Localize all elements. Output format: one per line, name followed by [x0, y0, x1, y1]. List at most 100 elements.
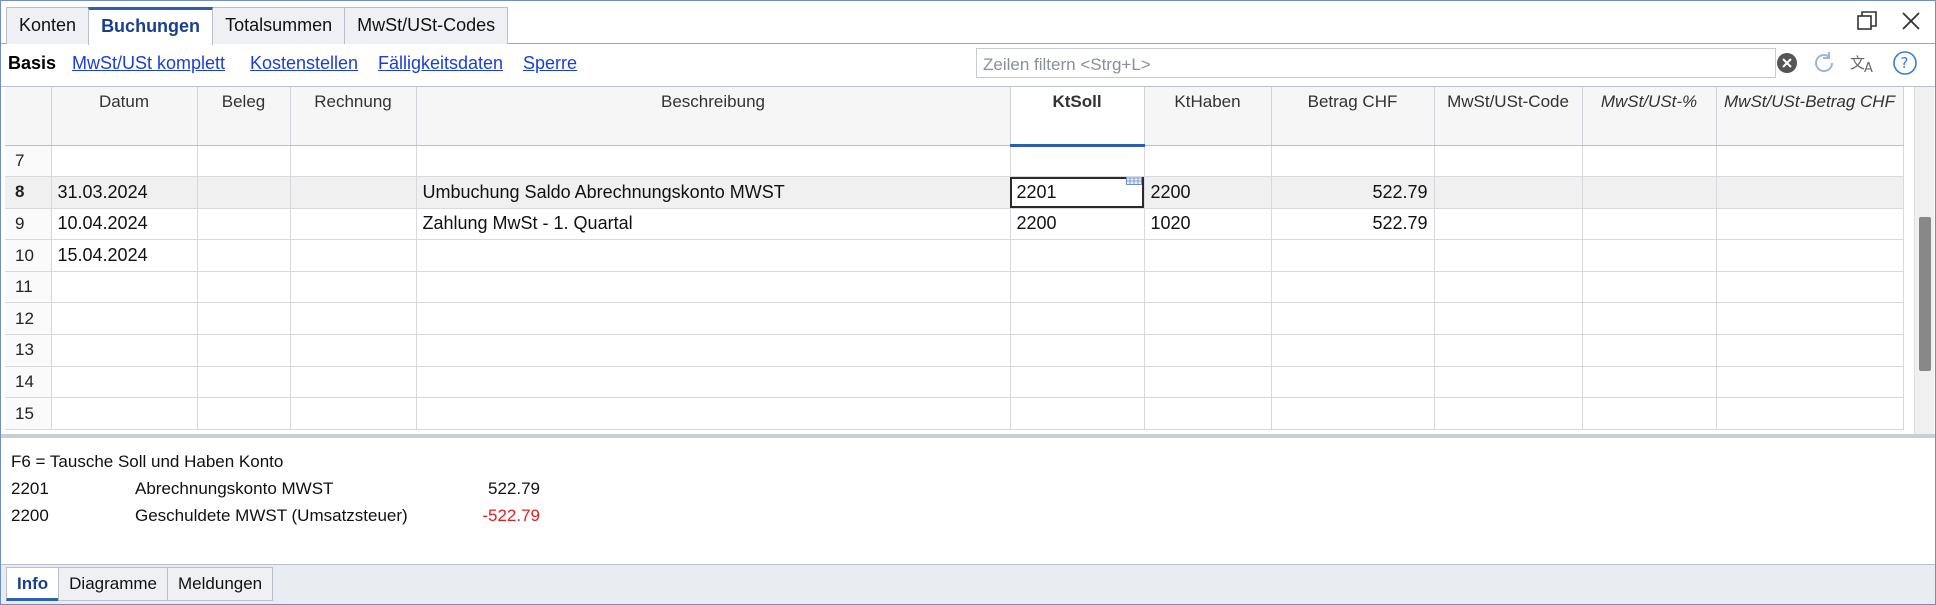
- cell-mwst-code[interactable]: [1434, 397, 1583, 430]
- view-basis[interactable]: Basis: [8, 53, 56, 74]
- cell-kthaben[interactable]: [1144, 145, 1272, 178]
- scroll-thumb[interactable]: [1919, 217, 1931, 371]
- tab-buchungen[interactable]: Buchungen: [88, 7, 214, 45]
- col-mwst-code[interactable]: MwSt/USt-Code: [1434, 87, 1583, 146]
- tab-diagramme[interactable]: Diagramme: [58, 567, 169, 601]
- cell-beschreibung[interactable]: [416, 239, 1011, 272]
- cell-mwst-betrag[interactable]: [1716, 334, 1904, 367]
- cell-beleg[interactable]: [197, 334, 291, 367]
- tab-konten[interactable]: Konten: [6, 7, 90, 44]
- cell-betrag[interactable]: [1271, 145, 1435, 178]
- cell-ktsoll[interactable]: [1010, 334, 1145, 367]
- col-kthaben[interactable]: KtHaben: [1144, 87, 1272, 146]
- cell-rechnung[interactable]: [290, 208, 417, 241]
- view-faelligkeitsdaten[interactable]: Fälligkeitsdaten: [378, 53, 503, 74]
- cell-mwst-betrag[interactable]: [1716, 271, 1904, 304]
- cell-kthaben[interactable]: [1144, 271, 1272, 304]
- cell-mwst-code[interactable]: [1434, 239, 1583, 272]
- tab-mwst-codes[interactable]: MwSt/USt-Codes: [344, 7, 509, 44]
- view-sperre[interactable]: Sperre: [523, 53, 577, 74]
- close-icon[interactable]: [1900, 10, 1922, 32]
- col-beschreibung[interactable]: Beschreibung: [416, 87, 1011, 146]
- cell-rechnung[interactable]: [290, 366, 417, 399]
- cell-mwst-code[interactable]: [1434, 334, 1583, 367]
- cell-mwst-code[interactable]: [1434, 271, 1583, 304]
- cell-mwst-betrag[interactable]: [1716, 397, 1904, 430]
- table-row[interactable]: 8 31.03.2024 Umbuchung Saldo Abrechnungsko…: [5, 176, 1904, 209]
- cell-betrag[interactable]: [1271, 302, 1435, 336]
- cell-kthaben[interactable]: [1144, 239, 1272, 272]
- col-beleg[interactable]: Beleg: [197, 87, 291, 146]
- cell-rechnung[interactable]: [290, 176, 417, 209]
- cell-beschreibung[interactable]: Zahlung MwSt - 1. Quartal: [416, 208, 1011, 241]
- cell-kthaben[interactable]: [1144, 397, 1272, 430]
- cell-ktsoll[interactable]: [1010, 271, 1145, 304]
- cell-betrag[interactable]: [1271, 334, 1435, 367]
- table-row[interactable]: 14: [5, 366, 1904, 399]
- cell-rechnung[interactable]: [290, 145, 417, 178]
- help-icon[interactable]: ?: [1892, 50, 1918, 81]
- cell-rechnung[interactable]: [290, 239, 417, 272]
- col-mwst-betrag[interactable]: MwSt/USt-Betrag CHF: [1716, 87, 1904, 146]
- cell-betrag[interactable]: [1271, 271, 1435, 304]
- cell-betrag[interactable]: [1271, 366, 1435, 399]
- table-row[interactable]: 9 10.04.2024 Zahlung MwSt - 1. Quartal 2200…: [5, 208, 1904, 241]
- cell-datum[interactable]: [51, 366, 198, 399]
- cell-beschreibung[interactable]: [416, 366, 1011, 399]
- cell-kthaben[interactable]: 2200: [1144, 176, 1272, 209]
- cell-beschreibung[interactable]: [416, 334, 1011, 367]
- cell-beschreibung[interactable]: [416, 271, 1011, 304]
- cell-mwst-code[interactable]: [1434, 145, 1583, 178]
- cell-beleg[interactable]: [197, 366, 291, 399]
- table-row[interactable]: 7: [5, 145, 1904, 178]
- cell-rechnung[interactable]: [290, 397, 417, 430]
- cell-ktsoll-editing[interactable]: 2201: [1010, 176, 1145, 209]
- table-row[interactable]: 15: [5, 397, 1904, 430]
- cell-mwst-betrag[interactable]: [1716, 208, 1904, 241]
- row-filter-input[interactable]: Zeilen filtern <Strg+L>: [976, 48, 1776, 78]
- cell-ktsoll[interactable]: [1010, 302, 1145, 336]
- cell-beleg[interactable]: [197, 176, 291, 209]
- cell-mwst-betrag[interactable]: [1716, 366, 1904, 399]
- cell-beleg[interactable]: [197, 208, 291, 241]
- cell-mwst-prozent[interactable]: [1582, 271, 1717, 304]
- view-kostenstellen[interactable]: Kostenstellen: [250, 53, 358, 74]
- cell-datum[interactable]: [51, 334, 198, 367]
- cell-mwst-prozent[interactable]: [1582, 208, 1717, 241]
- cell-mwst-code[interactable]: [1434, 208, 1583, 241]
- cell-mwst-betrag[interactable]: [1716, 302, 1904, 336]
- cell-mwst-betrag[interactable]: [1716, 239, 1904, 272]
- cell-mwst-code[interactable]: [1434, 302, 1583, 336]
- cell-kthaben[interactable]: [1144, 366, 1272, 399]
- cell-datum[interactable]: [51, 145, 198, 178]
- cell-ktsoll[interactable]: [1010, 366, 1145, 399]
- cell-mwst-prozent[interactable]: [1582, 239, 1717, 272]
- cell-mwst-prozent[interactable]: [1582, 302, 1717, 336]
- cell-datum[interactable]: 10.04.2024: [51, 208, 198, 241]
- refresh-icon[interactable]: [1812, 51, 1836, 80]
- cell-mwst-prozent[interactable]: [1582, 334, 1717, 367]
- cell-ktsoll[interactable]: [1010, 397, 1145, 430]
- table-row[interactable]: 11: [5, 271, 1904, 304]
- cell-mwst-betrag[interactable]: [1716, 176, 1904, 209]
- col-ktsoll[interactable]: KtSoll: [1010, 87, 1145, 147]
- cell-betrag[interactable]: [1271, 239, 1435, 272]
- cell-betrag[interactable]: 522.79: [1271, 176, 1435, 209]
- cell-betrag[interactable]: [1271, 397, 1435, 430]
- cell-datum[interactable]: 15.04.2024: [51, 239, 198, 272]
- cell-betrag[interactable]: 522.79: [1271, 208, 1435, 241]
- table-row[interactable]: 13: [5, 334, 1904, 367]
- col-rechnung[interactable]: Rechnung: [290, 87, 417, 146]
- cell-beschreibung[interactable]: Umbuchung Saldo Abrechnungskonto MWST: [416, 176, 1011, 209]
- view-mwst-komplett[interactable]: MwSt/USt komplett: [72, 53, 225, 74]
- cell-beschreibung[interactable]: [416, 145, 1011, 178]
- tab-meldungen[interactable]: Meldungen: [167, 567, 274, 601]
- calendar-icon[interactable]: [1125, 176, 1142, 191]
- cell-ktsoll[interactable]: [1010, 145, 1145, 178]
- table-row[interactable]: 10 15.04.2024: [5, 239, 1904, 272]
- cell-kthaben[interactable]: 1020: [1144, 208, 1272, 241]
- cell-beleg[interactable]: [197, 397, 291, 430]
- cell-kthaben[interactable]: [1144, 334, 1272, 367]
- cell-rechnung[interactable]: [290, 302, 417, 336]
- cell-beleg[interactable]: [197, 145, 291, 178]
